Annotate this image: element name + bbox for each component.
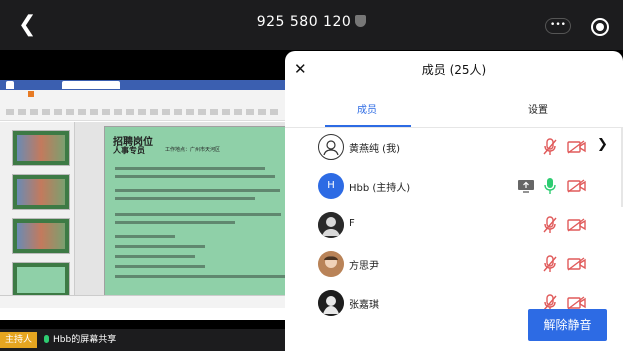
member-name: 张嘉琪 (349, 300, 379, 311)
shared-app-ribbon-tabs (0, 90, 290, 99)
meeting-id-label: 925 580 120 (0, 14, 623, 30)
screen-share-label: Hbb的屏幕共享 (44, 333, 116, 347)
slide-thumbnail (12, 218, 70, 254)
camera-off-icon[interactable] (567, 140, 586, 154)
shared-app-ribbon (0, 90, 290, 121)
host-badge: 主持人 (0, 332, 38, 348)
current-slide: 招聘岗位 人事专员 工作地点：广州市天河区 (104, 126, 290, 296)
slide-thumbnails (0, 122, 75, 308)
member-row[interactable]: 黄燕纯 (我) ❯ (285, 128, 623, 166)
avatar (318, 290, 344, 316)
share-info-bar: 主持人 Hbb的屏幕共享 (0, 329, 285, 351)
avatar (318, 212, 344, 238)
slide-location: 工作地点：广州市天河区 (165, 147, 221, 153)
slide-thumbnail (12, 174, 70, 210)
chevron-right-icon[interactable]: ❯ (597, 137, 608, 152)
avatar (318, 134, 344, 160)
avatar (318, 251, 344, 277)
slide-text-line (115, 189, 280, 192)
record-icon[interactable] (591, 18, 609, 36)
member-name: 黄燕纯 (我) (349, 144, 400, 155)
shared-app-toolbar (0, 99, 290, 123)
active-tab-indicator (325, 125, 411, 127)
member-row[interactable]: 方思尹 (285, 245, 623, 283)
meeting-top-bar: ❮ 925 580 120 ••• (0, 0, 623, 50)
slide-text-line (115, 245, 205, 248)
unmute-button[interactable]: 解除静音 (528, 309, 607, 341)
microphone-icon (44, 335, 49, 343)
screen-share-icon (518, 180, 534, 193)
tab-members[interactable]: 成员 (357, 101, 377, 116)
camera-off-icon[interactable] (567, 179, 586, 193)
shared-app-titlebar (0, 80, 290, 90)
camera-off-icon[interactable] (567, 218, 586, 232)
slide-text-line (115, 275, 285, 278)
shared-screen: 招聘岗位 人事专员 工作地点：广州市天河区 (0, 80, 290, 320)
screen-share-text: Hbb的屏幕共享 (53, 335, 117, 345)
shared-app-workspace: 招聘岗位 人事专员 工作地点：广州市天河区 (0, 122, 290, 308)
panel-tabs: 成员 设置 (285, 89, 623, 128)
slide-thumbnail (12, 130, 70, 166)
microphone-icon[interactable] (543, 177, 557, 195)
member-name: 方思尹 (349, 261, 379, 272)
microphone-muted-icon[interactable] (543, 255, 557, 273)
more-options-icon[interactable]: ••• (545, 18, 571, 34)
meeting-id-text: 925 580 120 (256, 14, 352, 30)
slide-text-line (115, 167, 265, 170)
member-row[interactable]: H Hbb (主持人) (285, 167, 623, 205)
slide-text-line (115, 265, 205, 268)
member-name: F (349, 218, 355, 229)
slide-text-line (115, 213, 281, 216)
slide-text-line (115, 235, 175, 238)
shield-icon (355, 15, 367, 27)
slide-subtitle: 人事专员 (113, 145, 145, 155)
camera-off-icon[interactable] (567, 296, 586, 310)
microphone-muted-icon[interactable] (543, 138, 557, 156)
slide-text-line (115, 175, 275, 178)
slide-thumbnail (12, 262, 70, 298)
tab-settings[interactable]: 设置 (528, 101, 548, 116)
member-row[interactable]: F (285, 206, 623, 244)
member-name: Hbb (主持人) (349, 183, 411, 194)
avatar: H (318, 173, 344, 199)
shared-app-tab (6, 81, 14, 89)
slide-text-line (115, 221, 235, 224)
microphone-muted-icon[interactable] (543, 216, 557, 234)
slide-text-line (115, 197, 255, 200)
shared-app-statusbar (0, 295, 290, 308)
slide-text-line (115, 255, 195, 258)
shared-app-tab (62, 81, 120, 89)
panel-title: 成员 (25人) (421, 63, 487, 77)
camera-off-icon[interactable] (567, 257, 586, 271)
members-panel: ✕ 成员 (25人) 成员 设置 黄燕纯 (我) ❯ H Hbb (主持人) F (285, 51, 623, 351)
